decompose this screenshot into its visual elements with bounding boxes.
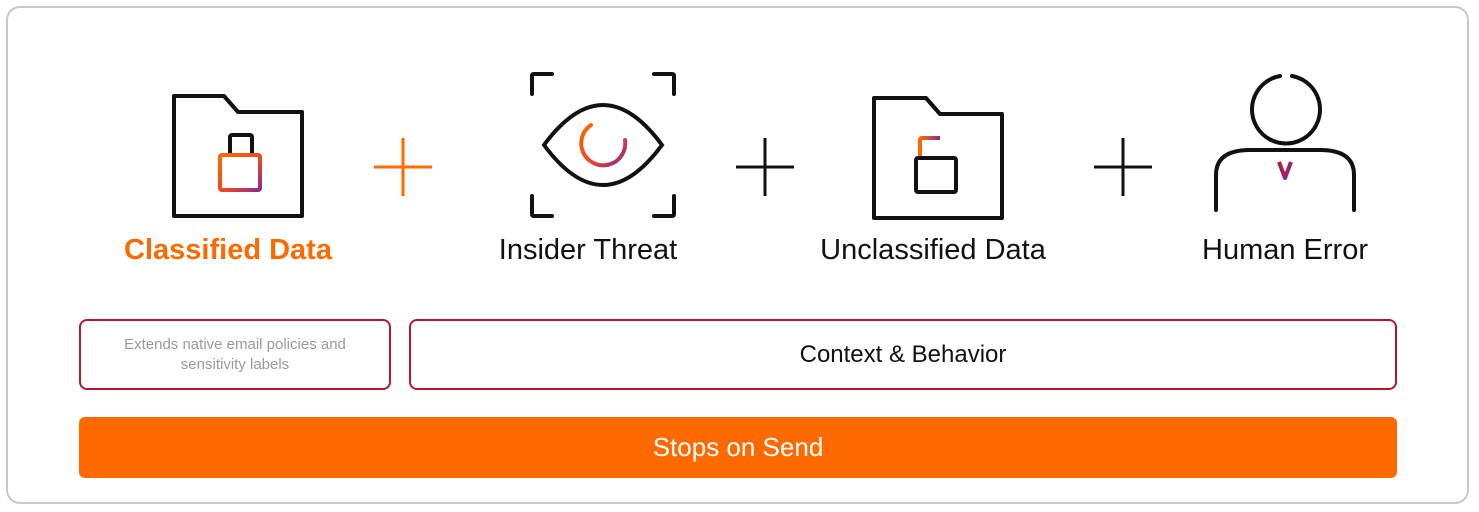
label-insider-threat: Insider Threat [498,234,678,266]
locked-folder-icon [166,90,306,220]
plus-icon [1092,136,1154,198]
plus-icon [734,136,796,198]
native-policies-note: Extends native email policies and sensit… [79,319,391,390]
label-classified-data: Classified Data [124,234,332,266]
plus-icon [372,136,434,198]
label-unclassified-data: Unclassified Data [820,234,1046,266]
stops-on-send-bar[interactable]: Stops on Send [79,417,1397,478]
label-human-error: Human Error [1202,234,1368,266]
native-policies-text: Extends native email policies and sensit… [124,335,346,373]
context-behavior-text: Context & Behavior [799,340,1007,368]
stops-on-send-label: Stops on Send [652,432,824,462]
unlocked-folder-icon [868,92,1008,222]
person-icon [1210,70,1360,220]
eye-scan-icon [528,70,678,220]
context-behavior-box: Context & Behavior [409,319,1397,390]
